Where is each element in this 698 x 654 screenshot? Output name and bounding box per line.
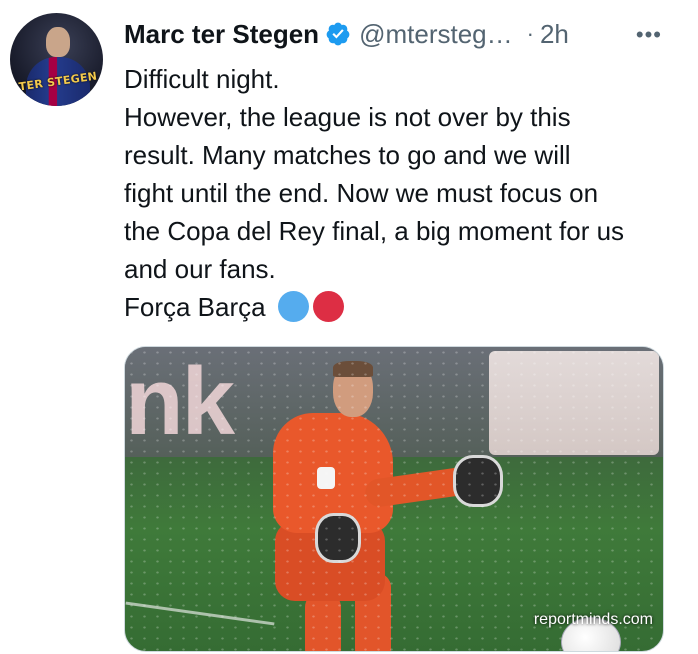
avatar-head bbox=[46, 27, 70, 57]
tweet-line: Difficult night. bbox=[124, 64, 280, 94]
tweet-line: fight until the end. Now we must focus o… bbox=[124, 178, 599, 208]
avatar[interactable]: TER STEGEN bbox=[10, 13, 103, 106]
snowfall-overlay bbox=[125, 347, 663, 651]
timestamp[interactable]: 2h bbox=[540, 19, 569, 50]
verified-badge-icon bbox=[326, 22, 350, 46]
blue-circle-icon bbox=[277, 291, 309, 322]
tweet-line: and our fans. bbox=[124, 254, 276, 284]
tweet-last-line: Força Barça bbox=[124, 288, 684, 326]
tweet-media-photo[interactable]: nk reportminds.com bbox=[124, 346, 664, 652]
tweet-line: Força Barça bbox=[124, 292, 266, 322]
tweet-line: the Copa del Rey final, a big moment for… bbox=[124, 216, 625, 246]
watermark-text: reportminds.com bbox=[533, 611, 653, 628]
separator-dot: · bbox=[526, 21, 534, 46]
tweet-header: Marc ter Stegen @mtersteg… · 2h bbox=[124, 14, 680, 54]
red-circle-icon bbox=[312, 291, 344, 322]
tweet-line: result. Many matches to go and we will bbox=[124, 140, 571, 170]
author-name[interactable]: Marc ter Stegen bbox=[124, 19, 319, 50]
tweet-line: However, the league is not over by this bbox=[124, 102, 571, 132]
more-options-icon[interactable]: ••• bbox=[636, 22, 662, 48]
author-handle[interactable]: @mtersteg… bbox=[359, 19, 513, 50]
tweet-text: Difficult night. However, the league is … bbox=[124, 60, 684, 326]
